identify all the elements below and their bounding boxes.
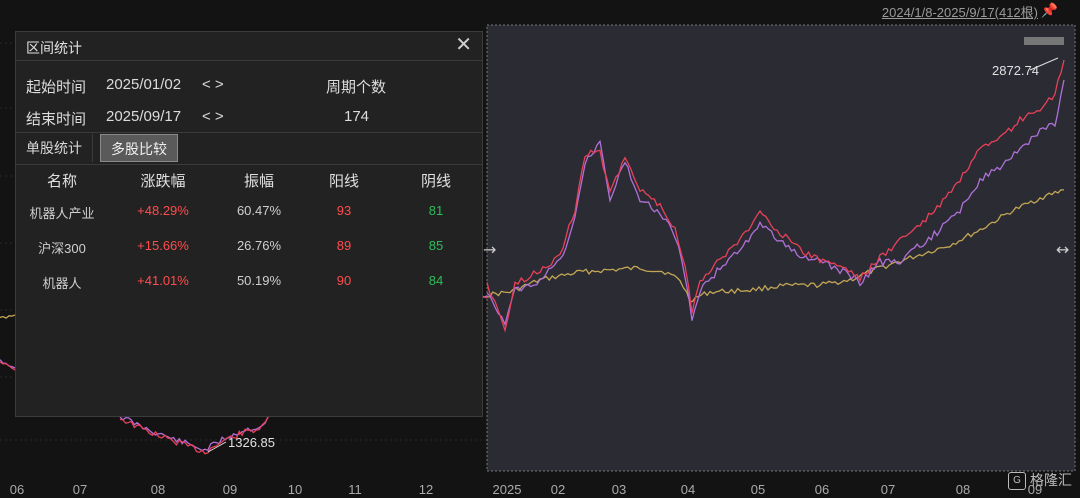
start-date-arrows[interactable]: < > bbox=[202, 76, 224, 93]
x-tick-label: 09 bbox=[223, 482, 237, 497]
table-row[interactable]: 机器人 +41.01% 50.19% 90 84 bbox=[16, 273, 482, 295]
start-row: 起始时间 2025/01/02 < > 周期个数 bbox=[16, 70, 484, 100]
watermark: G 格隆汇 bbox=[1008, 470, 1072, 490]
panel-header: 区间统计 ✕ bbox=[16, 32, 482, 61]
watermark-text: 格隆汇 bbox=[1030, 471, 1072, 488]
tab-single-stock[interactable]: 单股统计 bbox=[16, 134, 93, 162]
col-name: 名称 bbox=[46, 173, 77, 190]
x-tick-label: 12 bbox=[419, 482, 433, 497]
row-change: +41.01% bbox=[137, 273, 189, 288]
period-value: 174 bbox=[344, 108, 370, 125]
row-down: 84 bbox=[428, 273, 444, 288]
x-tick-label: 07 bbox=[881, 482, 895, 497]
stats-tabs: 单股统计 多股比较 bbox=[16, 132, 482, 165]
x-tick-label: 08 bbox=[956, 482, 970, 497]
col-down: 阴线 bbox=[420, 173, 451, 190]
row-down: 81 bbox=[428, 203, 444, 218]
close-icon[interactable]: ✕ bbox=[455, 34, 472, 56]
row-down: 85 bbox=[428, 238, 444, 253]
x-tick-label: 02 bbox=[551, 482, 565, 497]
x-tick-label: 03 bbox=[612, 482, 626, 497]
selection-region[interactable] bbox=[486, 24, 1076, 472]
mini-legend-icon[interactable] bbox=[1024, 37, 1064, 45]
low-label: 1326.85 bbox=[228, 435, 275, 450]
row-change: +48.29% bbox=[137, 203, 189, 218]
series-red-left bbox=[0, 361, 16, 371]
row-name: 沪深300 bbox=[38, 241, 86, 256]
end-date-arrows[interactable]: < > bbox=[202, 108, 224, 125]
x-tick-label: 2025 bbox=[493, 482, 522, 497]
row-name: 机器人 bbox=[42, 276, 82, 291]
high-label: 2872.74 bbox=[992, 63, 1039, 78]
end-row: 结束时间 2025/09/17 < > 174 bbox=[16, 102, 484, 132]
x-tick-label: 04 bbox=[681, 482, 695, 497]
series-gold-left bbox=[0, 314, 16, 319]
row-name: 机器人产业 bbox=[29, 206, 95, 221]
x-tick-label: 07 bbox=[73, 482, 87, 497]
pin-icon[interactable]: 📌 bbox=[1041, 2, 1058, 19]
tab-multi-compare[interactable]: 多股比较 bbox=[100, 134, 178, 162]
range-label[interactable]: 2024/1/8-2025/9/17(412根) bbox=[882, 2, 1038, 21]
table-header: 名称 涨跌幅 振幅 阳线 阴线 bbox=[16, 170, 482, 192]
x-tick-label: 08 bbox=[151, 482, 165, 497]
col-change: 涨跌幅 bbox=[140, 173, 186, 190]
x-tick-label: 06 bbox=[815, 482, 829, 497]
x-tick-label: 05 bbox=[751, 482, 765, 497]
x-tick-label: 06 bbox=[10, 482, 24, 497]
end-date[interactable]: 2025/09/17 bbox=[106, 108, 181, 125]
period-label: 周期个数 bbox=[326, 79, 387, 96]
end-label: 结束时间 bbox=[26, 111, 87, 128]
row-change: +15.66% bbox=[137, 238, 189, 253]
x-tick-label: 10 bbox=[288, 482, 302, 497]
logo-icon: G bbox=[1008, 472, 1026, 490]
interval-stats-panel: 区间统计 ✕ 起始时间 2025/01/02 < > 周期个数 结束时间 202… bbox=[15, 31, 483, 417]
svg-text:↔: ↔ bbox=[1056, 240, 1069, 259]
x-tick-label: 11 bbox=[348, 482, 362, 497]
start-label: 起始时间 bbox=[26, 79, 87, 96]
panel-title: 区间统计 bbox=[26, 40, 82, 56]
right-resize-handle[interactable]: ↔ bbox=[1056, 240, 1069, 259]
start-date[interactable]: 2025/01/02 bbox=[106, 76, 181, 93]
table-row[interactable]: 机器人产业 +48.29% 60.47% 93 81 bbox=[16, 203, 482, 225]
table-row[interactable]: 沪深300 +15.66% 26.76% 89 85 bbox=[16, 238, 482, 260]
